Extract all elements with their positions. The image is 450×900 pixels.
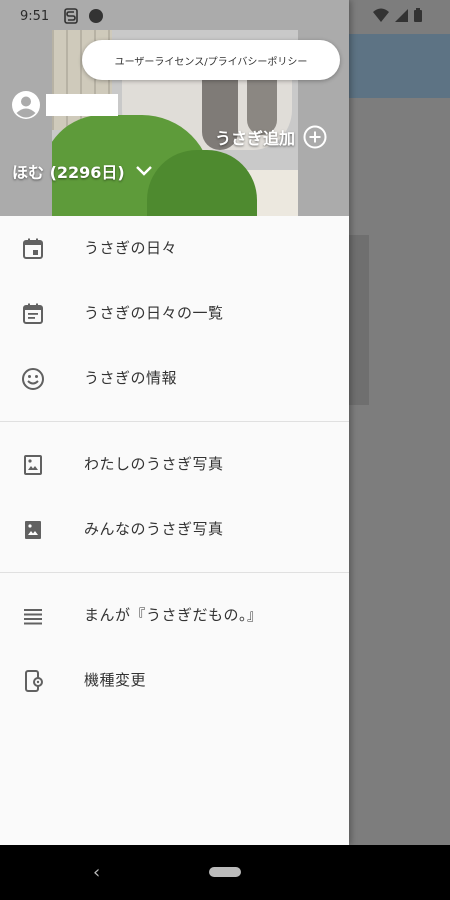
- home-pill-button[interactable]: [209, 867, 241, 877]
- navigation-drawer: ユーザーライセンス/プライバシーポリシー うさぎ追加 ほむ (2296日) うさ…: [0, 0, 349, 845]
- menu-item-label: うさぎの日々の一覧: [84, 304, 224, 322]
- menu-item-my-rabbit-photos[interactable]: わたしのうさぎ写真: [0, 432, 349, 497]
- rabbit-selector-label: ほむ (2296日): [12, 163, 125, 182]
- status-time: 9:51: [20, 9, 50, 24]
- menu-item-everyone-rabbit-photos[interactable]: みんなのうさぎ写真: [0, 497, 349, 562]
- menu-item-label: わたしのうさぎ写真: [84, 455, 224, 473]
- menu-item-rabbit-days-list[interactable]: うさぎの日々の一覧: [0, 281, 349, 346]
- wifi-icon: [373, 8, 389, 22]
- license-privacy-policy-button[interactable]: ユーザーライセンス/プライバシーポリシー: [82, 40, 340, 80]
- system-navigation-bar: ‹: [0, 845, 450, 900]
- device-change-icon: [25, 670, 43, 692]
- menu-item-label: うさぎの日々: [84, 239, 178, 257]
- add-rabbit-button[interactable]: うさぎ追加: [215, 124, 327, 150]
- menu-divider: [0, 572, 349, 573]
- add-rabbit-label: うさぎ追加: [215, 129, 296, 148]
- menu-item-label: うさぎの情報: [84, 369, 178, 387]
- back-chevron-icon[interactable]: ‹: [93, 862, 100, 883]
- background-card: [349, 235, 369, 405]
- photo-outline-icon: [24, 455, 42, 475]
- photo-icon: [25, 521, 41, 539]
- smiley-icon: [22, 368, 44, 390]
- calendar-list-icon: [23, 303, 43, 324]
- menu-item-rabbit-days[interactable]: うさぎの日々: [0, 216, 349, 281]
- username-field: [46, 94, 118, 116]
- account-avatar-icon[interactable]: [12, 91, 40, 119]
- drawer-menu: うさぎの日々 うさぎの日々の一覧 うさぎの情報 わたしのうさぎ写真 みんなのうさ…: [0, 216, 349, 713]
- battery-icon: [414, 8, 422, 22]
- facebook-icon: [89, 9, 103, 23]
- add-circle-icon: [303, 125, 327, 149]
- status-bar: 9:51: [0, 0, 450, 34]
- menu-item-label: みんなのうさぎ写真: [84, 520, 224, 538]
- menu-item-manga[interactable]: まんが『うさぎだもの。』: [0, 583, 349, 648]
- calendar-icon: [23, 238, 43, 259]
- rabbit-selector[interactable]: ほむ (2296日): [12, 158, 153, 184]
- menu-item-rabbit-info[interactable]: うさぎの情報: [0, 346, 349, 411]
- background-app-bar: [349, 34, 450, 98]
- s-icon: [64, 8, 78, 24]
- lines-icon: [24, 609, 42, 625]
- menu-item-device-change[interactable]: 機種変更: [0, 648, 349, 713]
- menu-item-label: まんが『うさぎだもの。』: [84, 606, 263, 624]
- menu-divider: [0, 421, 349, 422]
- chevron-down-icon: [135, 166, 152, 176]
- menu-item-label: 機種変更: [84, 671, 147, 689]
- signal-icon: [395, 8, 408, 22]
